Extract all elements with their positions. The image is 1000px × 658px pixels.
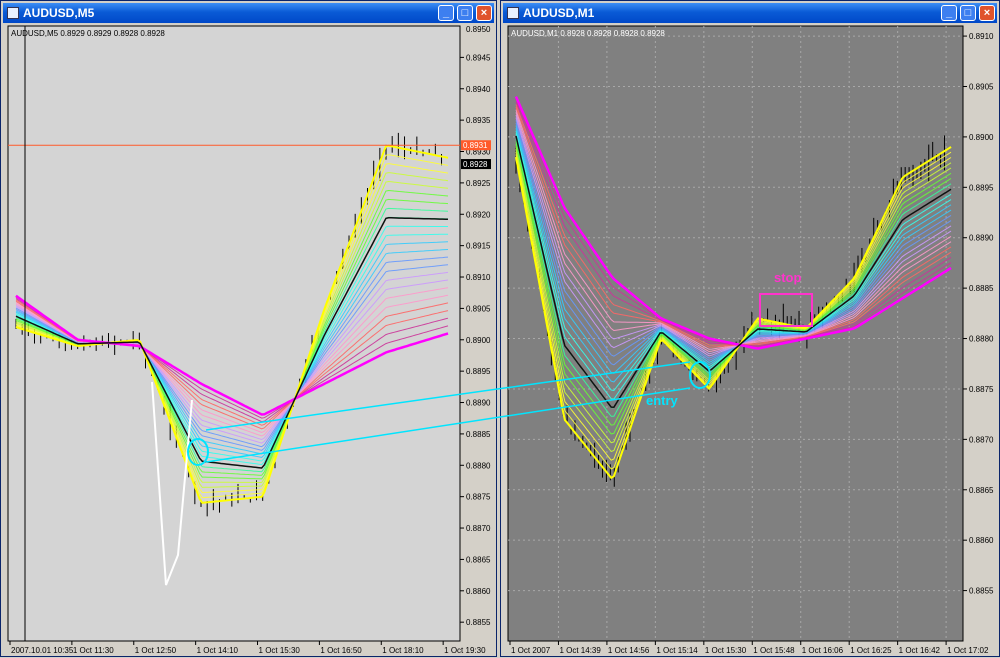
time-label: 1 Oct 19:30 bbox=[444, 646, 486, 655]
window-audusd-m5[interactable]: AUDUSD,M5 _ □ × 0.8945 0.8940 0.8935 0.8930… bbox=[0, 0, 497, 657]
price-label: 0.8860 bbox=[969, 536, 994, 545]
price-label: 0.8855 bbox=[969, 587, 994, 596]
price-chart-m5[interactable]: 0.89450.89400.89350.89300.89250.89200.89… bbox=[1, 1, 498, 658]
time-label: 1 Oct 16:06 bbox=[802, 646, 844, 655]
price-label: 0.8940 bbox=[466, 85, 491, 94]
price-label: 0.8915 bbox=[466, 242, 491, 251]
time-label: 1 Oct 16:50 bbox=[320, 646, 362, 655]
time-label: 1 Oct 11:30 bbox=[73, 646, 114, 655]
symbol-header: AUDUSD,M1 0.8928 0.8928 0.8928 0.8928 bbox=[511, 29, 665, 38]
time-label: 1 Oct 2007 bbox=[511, 646, 551, 655]
price-label: 0.8870 bbox=[466, 524, 491, 533]
time-label: 1 Oct 15:48 bbox=[753, 646, 795, 655]
time-label: 1 Oct 15:30 bbox=[259, 646, 301, 655]
price-label: 0.8885 bbox=[969, 284, 994, 293]
time-label: 1 Oct 12:50 bbox=[135, 646, 177, 655]
plot-area bbox=[7, 25, 461, 642]
time-label: 1 Oct 15:30 bbox=[705, 646, 747, 655]
price-label: 0.8895 bbox=[969, 183, 994, 192]
price-label: 0.8920 bbox=[466, 210, 491, 219]
time-label: 1 Oct 14:56 bbox=[608, 646, 650, 655]
symbol-header: AUDUSD,M5 0.8929 0.8929 0.8928 0.8928 bbox=[11, 29, 165, 38]
time-label: 1 Oct 16:42 bbox=[899, 646, 941, 655]
time-label: 1 Oct 14:10 bbox=[197, 646, 239, 655]
price-label: 0.8910 bbox=[466, 273, 491, 282]
price-label: 0.8885 bbox=[466, 430, 491, 439]
price-label: 0.8870 bbox=[969, 435, 994, 444]
price-label: 0.8860 bbox=[466, 587, 491, 596]
time-label: 1 Oct 15:14 bbox=[656, 646, 698, 655]
price-label: 0.8875 bbox=[466, 493, 491, 502]
time-label: 2007.10.01 10:35 bbox=[11, 646, 74, 655]
price-label: 0.8865 bbox=[466, 555, 491, 564]
price-label: 0.8890 bbox=[969, 234, 994, 243]
bid-price-label: 0.8928 bbox=[463, 160, 488, 169]
price-label: 0.8900 bbox=[466, 336, 491, 345]
time-label: 1 Oct 18:10 bbox=[382, 646, 424, 655]
price-label: 0.8910 bbox=[969, 32, 994, 41]
price-label: 0.8925 bbox=[466, 179, 491, 188]
price-label: 0.8900 bbox=[969, 133, 994, 142]
price-label: 0.8895 bbox=[466, 367, 491, 376]
price-label: 0.8875 bbox=[969, 385, 994, 394]
price-label: 0.8865 bbox=[969, 486, 994, 495]
price-chart-m1[interactable]: 0.8910 0.8905 0.8900 0.8895 0.8890 0.8885 0.88… bbox=[501, 1, 1000, 658]
price-label: 0.8950 bbox=[466, 25, 491, 34]
time-label: 1 Oct 14:39 bbox=[559, 646, 601, 655]
price-label: 0.8945 bbox=[466, 53, 491, 62]
time-label: 1 Oct 17:02 bbox=[947, 646, 989, 655]
price-label: 0.8935 bbox=[466, 116, 491, 125]
price-label: 0.8855 bbox=[466, 618, 491, 627]
price-label: 0.8905 bbox=[466, 304, 491, 313]
time-label: 1 Oct 16:25 bbox=[850, 646, 892, 655]
window-audusd-m1[interactable]: AUDUSD,M1 _ □ × 0.8910 0.8905 0.8900 0.8895… bbox=[500, 0, 1000, 657]
price-label: 0.8890 bbox=[466, 399, 491, 408]
price-level-label: 0.8931 bbox=[463, 141, 488, 150]
price-label: 0.8880 bbox=[969, 335, 994, 344]
price-label: 0.8905 bbox=[969, 82, 994, 91]
price-label: 0.8880 bbox=[466, 461, 491, 470]
